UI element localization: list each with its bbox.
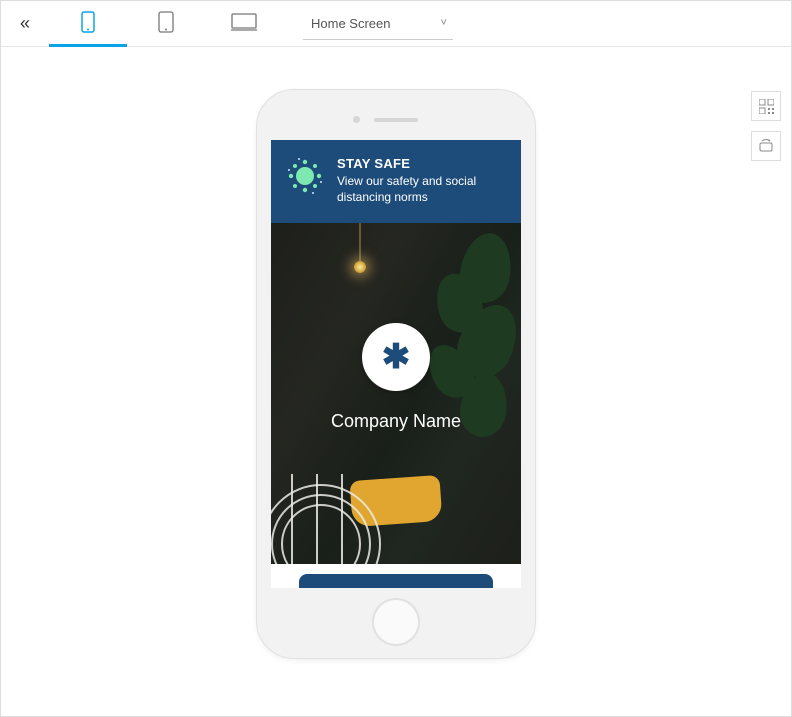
device-tab-tablet[interactable] xyxy=(127,1,205,47)
desktop-icon xyxy=(231,13,257,31)
company-name-label: Company Name xyxy=(331,411,461,432)
tablet-icon xyxy=(158,11,174,33)
device-preview-tabs xyxy=(49,1,283,47)
chevron-double-left-icon: « xyxy=(20,13,30,34)
collapse-sidebar-button[interactable]: « xyxy=(9,8,41,40)
cta-area xyxy=(271,564,521,588)
screen-select-label: Home Screen xyxy=(311,16,390,31)
company-logo[interactable]: ✱ xyxy=(362,323,430,391)
asterisk-icon: ✱ xyxy=(382,340,411,374)
editor-toolbar: « Home Screen ˅ xyxy=(1,1,791,47)
decor-chair xyxy=(271,454,401,564)
device-tab-desktop[interactable] xyxy=(205,1,283,47)
hero-section: ✱ Company Name xyxy=(271,223,521,564)
safety-banner-heading: STAY SAFE xyxy=(337,156,507,171)
decor-lightbulb xyxy=(359,223,361,263)
phone-earpiece xyxy=(374,118,418,122)
phone-camera-dot xyxy=(353,116,360,123)
safety-banner[interactable]: STAY SAFE View our safety and social dis… xyxy=(271,140,521,223)
screen-select-dropdown[interactable]: Home Screen ˅ xyxy=(303,8,453,40)
phone-home-button[interactable] xyxy=(372,598,420,646)
safety-banner-text: STAY SAFE View our safety and social dis… xyxy=(337,156,507,205)
virus-icon xyxy=(285,156,325,196)
device-tab-phone[interactable] xyxy=(49,1,127,47)
app-screen: STAY SAFE View our safety and social dis… xyxy=(271,140,521,588)
phone-frame: STAY SAFE View our safety and social dis… xyxy=(256,89,536,659)
preview-stage: STAY SAFE View our safety and social dis… xyxy=(1,49,791,716)
safety-banner-body: View our safety and social distancing no… xyxy=(337,173,507,205)
phone-icon xyxy=(81,11,95,33)
primary-cta-button[interactable] xyxy=(299,574,493,588)
chevron-down-icon: ˅ xyxy=(440,17,446,29)
